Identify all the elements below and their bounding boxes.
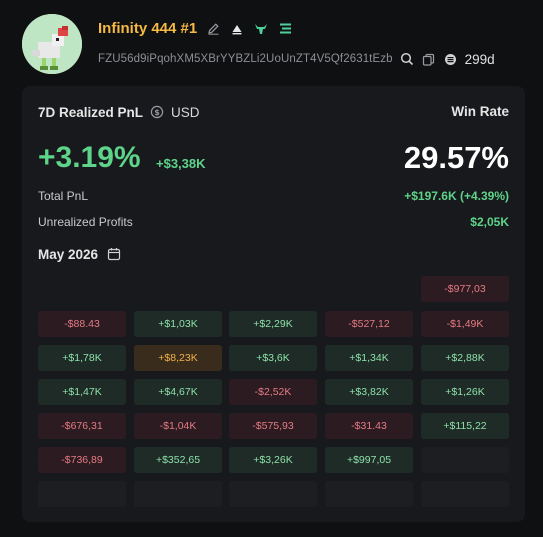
calendar-day-cell[interactable]: -$575,93	[229, 413, 317, 439]
month-label: May 2026	[38, 246, 99, 262]
triangle-up-icon[interactable]	[229, 21, 245, 37]
avatar[interactable]	[22, 14, 82, 74]
calendar-day-cell[interactable]: +$997,05	[325, 447, 413, 473]
pnl-card: 7D Realized PnL $ USD Win Rate +3.19% +$…	[22, 86, 525, 522]
calendar-day-cell[interactable]: -$1,04K	[134, 413, 222, 439]
calendar-day-empty	[325, 481, 413, 507]
calendar-day-cell[interactable]: -$1,49K	[421, 311, 509, 337]
coin-icon	[443, 51, 459, 67]
calendar-day-cell[interactable]: +$115,22	[421, 413, 509, 439]
calendar-day-cell[interactable]: -$88.43	[38, 311, 126, 337]
pnl-title-row: 7D Realized PnL $ USD	[38, 104, 200, 120]
calendar-day-cell[interactable]: +$1,26K	[421, 379, 509, 405]
unrealized-value: $2,05K	[470, 215, 509, 229]
pnl-title: 7D Realized PnL	[38, 104, 144, 120]
calendar-day-empty	[229, 481, 317, 507]
total-pnl-value: +$197.6K (+4.39%)	[404, 189, 509, 203]
wallet-name: Infinity 444 #1	[98, 20, 198, 37]
currency-label[interactable]: USD	[171, 105, 200, 120]
wallet-address[interactable]: FZU56d9iPqohXM5XBrYYBZLi2UoUnZT4V5Qf2631…	[98, 53, 393, 65]
calendar-day-cell[interactable]: +$2,88K	[421, 345, 509, 371]
profile-header: Infinity 444 #1 FZU56d9iPqohXM5XBrYYBZLi…	[22, 14, 522, 78]
pnl-percent: +3.19%	[38, 141, 141, 174]
calendar-day-cell[interactable]: +$352,65	[134, 447, 222, 473]
calendar-day-cell[interactable]: +$3,82K	[325, 379, 413, 405]
list-bars-icon[interactable]	[277, 21, 293, 37]
pnl-abs: +$3,38K	[156, 156, 206, 171]
wallet-age: 299d	[464, 51, 495, 67]
copy-icon[interactable]	[421, 51, 437, 67]
edit-pencil-icon[interactable]	[205, 21, 221, 37]
winrate-value: 29.57%	[403, 140, 509, 175]
calendar-day-empty	[421, 447, 509, 473]
calendar-day-cell[interactable]: +$1,34K	[325, 345, 413, 371]
calendar-day-cell[interactable]: -$527,12	[325, 311, 413, 337]
currency-switch-icon[interactable]: $	[149, 104, 165, 120]
name-row: Infinity 444 #1	[98, 20, 293, 37]
search-icon[interactable]	[399, 51, 415, 67]
total-pnl-label: Total PnL	[38, 189, 89, 203]
address-row: FZU56d9iPqohXM5XBrYYBZLi2UoUnZT4V5Qf2631…	[98, 51, 495, 67]
calendar-day-cell[interactable]: +$1,47K	[38, 379, 126, 405]
calendar-day-cell[interactable]: -$977,03	[421, 276, 509, 302]
calendar-day-cell[interactable]: +$8,23K	[134, 345, 222, 371]
calendar-day-empty	[134, 481, 222, 507]
calendar-icon[interactable]	[106, 246, 122, 262]
calendar-day-cell[interactable]: +$3,6K	[229, 345, 317, 371]
calendar-day-cell[interactable]: -$31.43	[325, 413, 413, 439]
winrate-label: Win Rate	[451, 104, 509, 119]
calendar-day-cell[interactable]: +$1,03K	[134, 311, 222, 337]
bull-icon[interactable]	[253, 21, 269, 37]
calendar-day-cell[interactable]: +$1,78K	[38, 345, 126, 371]
calendar-day-cell[interactable]: +$4,67K	[134, 379, 222, 405]
svg-text:$: $	[154, 108, 160, 117]
calendar-day-cell[interactable]: -$2,52K	[229, 379, 317, 405]
calendar-day-empty	[38, 481, 126, 507]
calendar-day-cell[interactable]: -$736,89	[38, 447, 126, 473]
calendar-day-cell[interactable]: -$676,31	[38, 413, 126, 439]
unrealized-label: Unrealized Profits	[38, 215, 133, 229]
calendar-day-cell[interactable]: +$3,26K	[229, 447, 317, 473]
calendar-day-empty	[421, 481, 509, 507]
calendar-day-cell[interactable]: +$2,29K	[229, 311, 317, 337]
month-row: May 2026	[38, 246, 122, 262]
